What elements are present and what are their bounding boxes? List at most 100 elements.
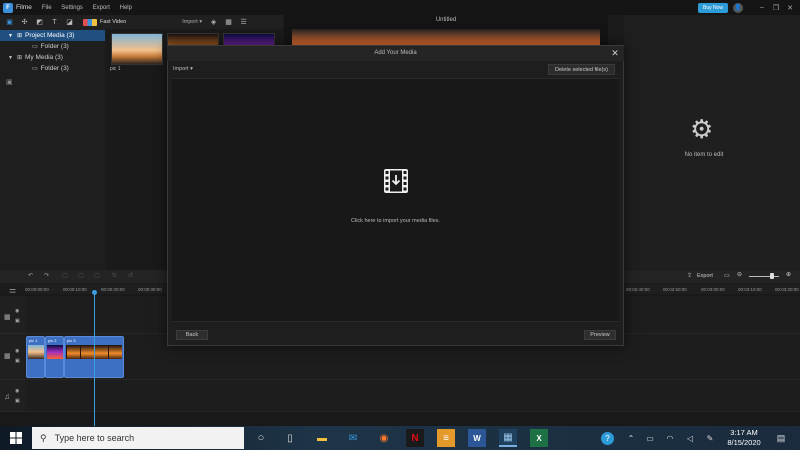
word-icon[interactable]: W — [468, 429, 486, 447]
crop-icon[interactable]: ▢ — [78, 272, 84, 279]
volume-icon[interactable]: ◉ — [15, 388, 19, 394]
menu-export[interactable]: Export — [93, 5, 110, 11]
sort-icon[interactable]: ☰ — [238, 17, 249, 27]
excel-icon[interactable]: X — [530, 429, 548, 447]
visibility-icon[interactable]: ◉ — [15, 308, 19, 314]
search-icon: ⚲ — [40, 432, 47, 443]
clip-thumbnail — [28, 345, 44, 359]
tree-item-my-media[interactable]: ▼ ⊞ My Media (3) — [0, 52, 105, 63]
expand-arrow-icon[interactable]: ▼ — [8, 33, 13, 39]
preview-button[interactable]: Preview — [584, 330, 616, 340]
zoom-out-icon[interactable]: ⊖ — [737, 271, 742, 278]
fast-video-icon — [83, 18, 97, 26]
delete-icon[interactable]: ▢ — [62, 272, 68, 279]
battery-icon[interactable]: ▭ — [641, 429, 659, 447]
clip-thumbnail — [47, 345, 63, 359]
menu-settings[interactable]: Settings — [61, 5, 83, 11]
clock-date: 8/15/2020 — [727, 438, 761, 447]
fit-timeline-icon[interactable]: ▭ — [724, 272, 730, 279]
notes-app-icon[interactable]: ≡ — [437, 429, 455, 447]
minimize-button[interactable]: – — [756, 2, 768, 13]
effects-icon[interactable]: ✣ — [19, 17, 30, 27]
tree-item-label: Folder (3) — [40, 43, 69, 50]
lock-icon[interactable]: ▣ — [15, 358, 20, 364]
media-library-icon[interactable]: ▣ — [4, 17, 15, 27]
volume-icon[interactable]: ◁ — [681, 429, 699, 447]
ruler-tick: 00:00:00:00 — [25, 287, 49, 292]
wifi-icon[interactable]: ◠ — [661, 429, 679, 447]
close-icon[interactable]: ✕ — [609, 47, 621, 59]
undo-icon[interactable]: ↶ — [28, 272, 33, 279]
fast-video-button[interactable]: Fast Video — [83, 18, 126, 26]
mail-icon[interactable]: ✉ — [344, 429, 362, 447]
filme-taskbar-icon[interactable]: ▦ — [499, 429, 517, 447]
notifications-icon[interactable]: ▤ — [772, 429, 790, 447]
lock-icon[interactable]: ▣ — [15, 318, 20, 324]
media-folder-icon: ⊞ — [16, 33, 22, 39]
transitions-icon[interactable]: ◪ — [64, 17, 75, 27]
visibility-icon[interactable]: ◉ — [15, 348, 19, 354]
video-track-icon: ▦ — [4, 353, 11, 360]
tree-item-project-media[interactable]: ▼ ⊞ Project Media (3) — [0, 30, 105, 41]
import-film-icon[interactable] — [383, 168, 409, 194]
zoom-in-icon[interactable]: ⊕ — [786, 271, 791, 278]
tree-item-folder[interactable]: ▭ Folder (3) — [0, 41, 105, 52]
pen-icon[interactable]: ✎ — [701, 429, 719, 447]
add-folder-icon[interactable]: ▣ — [6, 78, 13, 86]
layers-icon[interactable]: ◈ — [208, 17, 219, 27]
import-drop-area[interactable] — [172, 78, 619, 322]
menu-file[interactable]: File — [42, 5, 52, 11]
export-icon[interactable]: ⇪ — [687, 272, 692, 279]
folder-icon: ▭ — [32, 66, 38, 72]
zoom-slider-handle[interactable] — [770, 273, 774, 279]
clip-label: pic 1 — [29, 338, 38, 343]
taskbar-clock[interactable]: 3:17 AM 8/15/2020 — [720, 428, 768, 448]
account-icon[interactable]: 👤 — [733, 3, 743, 13]
tree-item-folder[interactable]: ▭ Folder (3) — [0, 63, 105, 74]
buy-now-button[interactable]: Buy Now — [698, 3, 728, 13]
ruler-tick: 00:02:50:00 — [663, 287, 687, 292]
cortana-icon[interactable]: ○ — [252, 429, 270, 447]
task-view-icon[interactable]: ▯ — [281, 429, 299, 447]
expand-arrow-icon[interactable]: ▼ — [8, 55, 13, 61]
taskbar-search[interactable]: ⚲ Type here to search — [32, 427, 244, 449]
clock-time: 3:17 AM — [730, 428, 758, 437]
filters-icon[interactable]: ◩ — [34, 17, 45, 27]
text-icon[interactable]: T — [49, 17, 60, 27]
help-icon[interactable]: ? — [601, 432, 614, 445]
project-title: Untitled — [435, 17, 457, 23]
firefox-icon[interactable]: ◉ — [375, 429, 393, 447]
back-button[interactable]: Back — [176, 330, 208, 340]
file-explorer-icon[interactable]: ▬ — [313, 429, 331, 447]
tree-item-label: Folder (3) — [40, 65, 69, 72]
chevron-up-icon[interactable]: ⌃ — [622, 429, 640, 447]
clip-label: pic 3 — [67, 338, 76, 343]
delete-selected-button[interactable]: Delete selected file(s) — [548, 64, 615, 75]
rotate-icon[interactable]: ↻ — [112, 272, 117, 279]
ruler-tick: 00:00:10:00 — [63, 287, 87, 292]
media-thumbnail[interactable] — [111, 33, 163, 65]
redo-icon[interactable]: ↷ — [44, 272, 49, 279]
no-item-text: No item to edit — [684, 152, 724, 158]
playhead-handle[interactable] — [92, 290, 97, 295]
ruler-tick: 00:00:30:00 — [138, 287, 162, 292]
speed-icon[interactable]: ↺ — [128, 272, 133, 279]
export-button[interactable]: Export — [697, 273, 713, 279]
windows-start-icon[interactable] — [10, 432, 22, 444]
import-hint[interactable]: Click here to import your media files. — [172, 218, 619, 224]
tree-item-label: My Media (3) — [24, 54, 63, 61]
playhead[interactable] — [94, 290, 95, 426]
track-lane[interactable] — [25, 380, 800, 412]
zoom-slider[interactable] — [749, 276, 779, 277]
split-icon[interactable]: ▢ — [94, 272, 100, 279]
menu-help[interactable]: Help — [120, 5, 132, 11]
app-window: F Filme File Settings Export Help Buy No… — [0, 0, 800, 450]
lock-icon[interactable]: ▣ — [15, 398, 20, 404]
close-button[interactable]: ✕ — [784, 2, 796, 13]
netflix-icon[interactable]: N — [406, 429, 424, 447]
import-dropdown[interactable]: Import ▾ — [182, 19, 202, 25]
dialog-import-dropdown[interactable]: Import ▾ — [173, 66, 193, 72]
grid-view-icon[interactable]: ▦ — [223, 17, 234, 27]
restore-button[interactable]: ❐ — [770, 2, 782, 13]
clip-label: pic 2 — [48, 338, 57, 343]
